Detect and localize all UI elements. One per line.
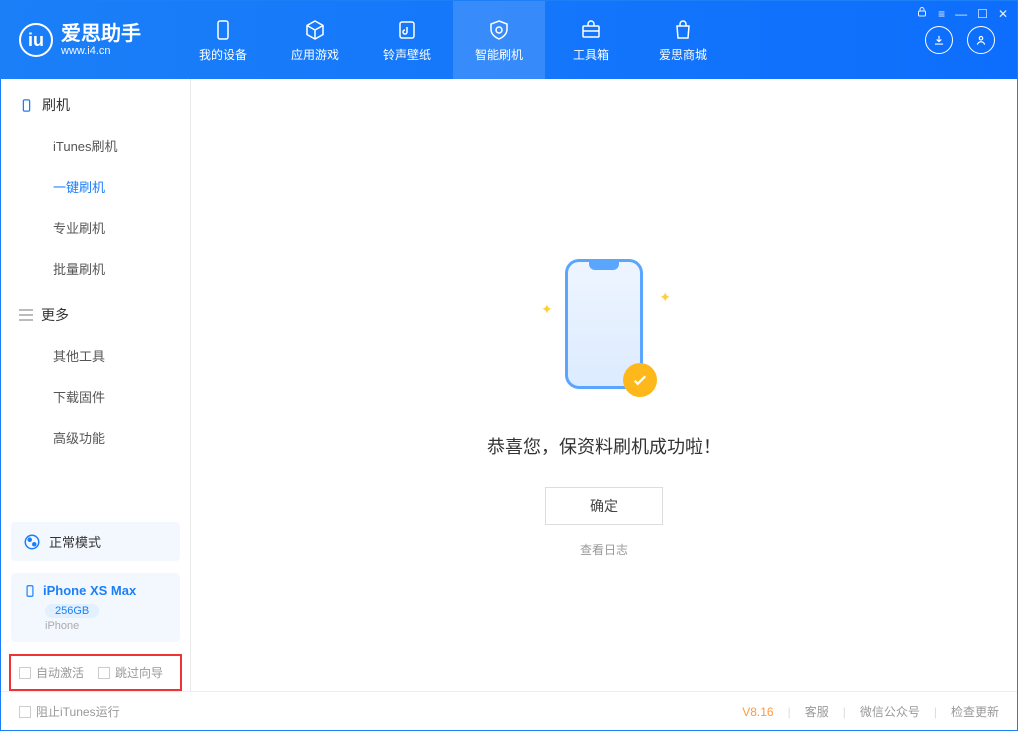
checkbox-icon (98, 667, 110, 679)
maximize-button[interactable]: ☐ (977, 7, 988, 21)
nav-label: 爱思商城 (659, 46, 707, 63)
checkbox-icon (19, 706, 31, 718)
view-log-link[interactable]: 查看日志 (580, 541, 628, 558)
sidebar-item-oneclick-flash[interactable]: 一键刷机 (1, 166, 190, 207)
lock-icon[interactable] (916, 6, 928, 21)
sidebar-item-batch-flash[interactable]: 批量刷机 (1, 248, 190, 289)
highlighted-options: 自动激活 跳过向导 (9, 654, 182, 691)
nav-tab-toolbox[interactable]: 工具箱 (545, 1, 637, 79)
version-label: V8.16 (742, 705, 773, 719)
logo: iu 爱思助手 www.i4.cn (1, 23, 159, 57)
nav-label: 我的设备 (199, 46, 247, 63)
footer: 阻止iTunes运行 V8.16 | 客服 | 微信公众号 | 检查更新 (1, 691, 1017, 731)
header: iu 爱思助手 www.i4.cn 我的设备 应用游戏 铃声壁纸 智能刷机 工具… (1, 1, 1017, 79)
nav-tab-apps[interactable]: 应用游戏 (269, 1, 361, 79)
sidebar-section-more: 更多 (1, 289, 190, 335)
nav-label: 智能刷机 (475, 46, 523, 63)
phone-icon (23, 584, 37, 598)
header-right (925, 26, 1017, 54)
nav-label: 应用游戏 (291, 46, 339, 63)
nav-tab-flash[interactable]: 智能刷机 (453, 1, 545, 79)
checkbox-label: 自动激活 (36, 664, 84, 681)
device-name: iPhone XS Max (43, 583, 136, 598)
device-capacity: 256GB (45, 604, 99, 618)
main-content: ✦ ✦ 恭喜您，保资料刷机成功啦！ 确定 查看日志 (191, 79, 1017, 691)
sidebar-item-download-firmware[interactable]: 下载固件 (1, 376, 190, 417)
device-box[interactable]: iPhone XS Max 256GB iPhone (11, 573, 180, 642)
sidebar-section-flash: 刷机 (1, 79, 190, 125)
wechat-link[interactable]: 微信公众号 (860, 703, 920, 720)
nav-tabs: 我的设备 应用游戏 铃声壁纸 智能刷机 工具箱 爱思商城 (177, 1, 729, 79)
menu-icon (19, 309, 33, 321)
checkbox-label: 跳过向导 (115, 664, 163, 681)
support-link[interactable]: 客服 (805, 703, 829, 720)
sparkle-icon: ✦ (659, 289, 671, 306)
mode-box[interactable]: 正常模式 (11, 522, 180, 561)
mode-label: 正常模式 (49, 532, 101, 551)
sidebar-item-pro-flash[interactable]: 专业刷机 (1, 207, 190, 248)
menu-icon[interactable]: ≡ (938, 7, 945, 21)
sparkle-icon: ✦ (541, 301, 553, 318)
nav-label: 工具箱 (573, 46, 609, 63)
checkbox-icon (19, 667, 31, 679)
sidebar-item-advanced[interactable]: 高级功能 (1, 417, 190, 458)
sidebar: 刷机 iTunes刷机 一键刷机 专业刷机 批量刷机 更多 其他工具 下载固件 … (1, 79, 191, 691)
refresh-shield-icon (487, 18, 511, 42)
toolbox-icon (579, 18, 603, 42)
section-title: 更多 (41, 305, 69, 325)
logo-icon: iu (19, 23, 53, 57)
cube-icon (303, 18, 327, 42)
mode-icon (23, 533, 41, 551)
nav-tab-ringtone[interactable]: 铃声壁纸 (361, 1, 453, 79)
logo-title: 爱思助手 (61, 23, 141, 45)
nav-label: 铃声壁纸 (383, 46, 431, 63)
device-icon (19, 98, 34, 113)
nav-tab-device[interactable]: 我的设备 (177, 1, 269, 79)
check-update-link[interactable]: 检查更新 (951, 703, 999, 720)
phone-icon (211, 18, 235, 42)
minimize-button[interactable]: — (955, 7, 967, 21)
checkbox-auto-activate[interactable]: 自动激活 (19, 664, 84, 681)
close-button[interactable]: ✕ (998, 7, 1008, 21)
sidebar-item-other-tools[interactable]: 其他工具 (1, 335, 190, 376)
device-type: iPhone (45, 620, 168, 632)
section-title: 刷机 (42, 95, 70, 115)
check-badge-icon (623, 363, 657, 397)
nav-tab-store[interactable]: 爱思商城 (637, 1, 729, 79)
success-illustration: ✦ ✦ (539, 259, 669, 409)
checkbox-block-itunes[interactable]: 阻止iTunes运行 (19, 703, 120, 720)
sidebar-item-itunes-flash[interactable]: iTunes刷机 (1, 125, 190, 166)
download-button[interactable] (925, 26, 953, 54)
logo-subtitle: www.i4.cn (61, 45, 141, 57)
success-message: 恭喜您，保资料刷机成功啦！ (487, 433, 721, 459)
music-icon (395, 18, 419, 42)
window-controls: ≡ — ☐ ✕ (906, 6, 1008, 21)
checkbox-skip-guide[interactable]: 跳过向导 (98, 664, 163, 681)
checkbox-label: 阻止iTunes运行 (36, 703, 120, 720)
user-button[interactable] (967, 26, 995, 54)
bag-icon (671, 18, 695, 42)
ok-button[interactable]: 确定 (545, 487, 663, 525)
